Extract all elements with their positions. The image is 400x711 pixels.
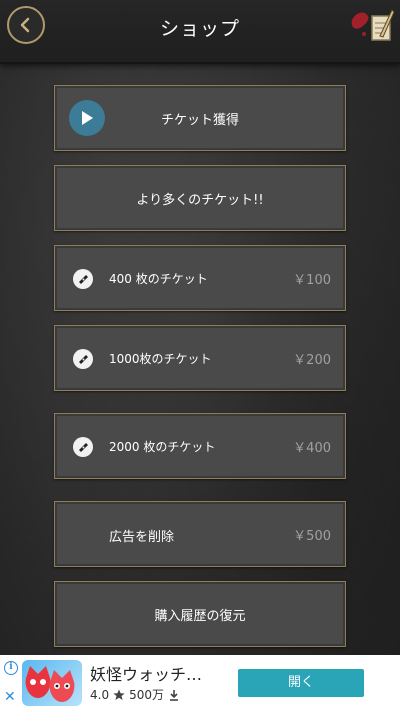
ad-rating: 4.0 <box>90 687 110 702</box>
header-bar: ショップ <box>0 0 400 64</box>
remove-ads-label: 広告を削除 <box>109 530 175 545</box>
remove-ads-button[interactable]: 広告を削除 ￥500 <box>54 501 346 567</box>
ticket-400-price: ￥100 <box>293 273 331 288</box>
ticket-1000-button[interactable]: 1000枚のチケット ￥200 <box>54 325 346 391</box>
ticket-400-button[interactable]: 400 枚のチケット ￥100 <box>54 245 346 311</box>
ad-banner[interactable]: i ✕ 妖怪ウォッチ… 4.0 500万 開く <box>0 655 400 711</box>
ad-downloads: 500万 <box>129 688 164 702</box>
ticket-icon <box>73 349 93 369</box>
ticket-2000-price: ￥400 <box>293 441 331 456</box>
ticket-1000-label: 1000枚のチケット <box>109 352 212 366</box>
more-tickets-button[interactable]: より多くのチケット!! <box>54 165 346 231</box>
get-ticket-button[interactable]: チケット獲得 <box>54 85 346 151</box>
more-tickets-label: より多くのチケット!! <box>136 192 264 208</box>
restore-purchases-label: 購入履歴の復元 <box>154 608 246 624</box>
info-icon[interactable]: i <box>4 661 18 675</box>
ticket-400-label: 400 枚のチケット <box>109 272 208 286</box>
ticket-icon <box>73 437 93 457</box>
play-icon <box>69 100 105 136</box>
star-icon <box>113 689 125 700</box>
ticket-2000-button[interactable]: 2000 枚のチケット ￥400 <box>54 413 346 479</box>
ticket-icon <box>73 269 93 289</box>
ad-app-icon[interactable] <box>22 660 82 706</box>
notes-button[interactable] <box>350 6 395 46</box>
close-icon[interactable]: ✕ <box>4 689 16 705</box>
ad-open-button[interactable]: 開く <box>238 669 364 697</box>
ticket-2000-label: 2000 枚のチケット <box>109 440 216 454</box>
ad-meta: 4.0 500万 <box>90 686 180 703</box>
ad-app-name: 妖怪ウォッチ… <box>90 665 203 684</box>
restore-purchases-button[interactable]: 購入履歴の復元 <box>54 581 346 647</box>
notepad-pencil-icon <box>351 9 395 41</box>
remove-ads-price: ￥500 <box>293 529 331 544</box>
page-title: ショップ <box>159 18 240 40</box>
ticket-1000-price: ￥200 <box>293 353 331 368</box>
download-icon <box>170 689 178 701</box>
